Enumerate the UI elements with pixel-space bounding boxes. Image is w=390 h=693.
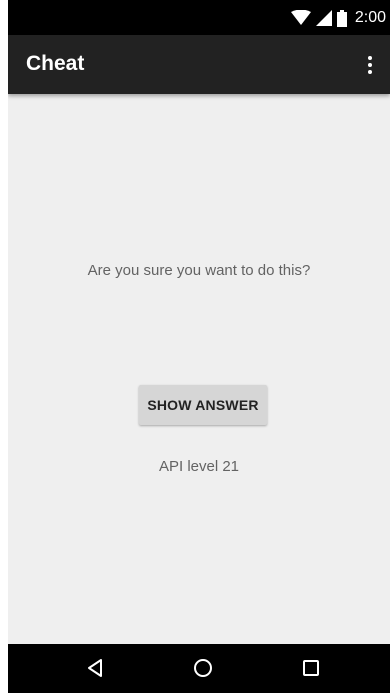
cheat-content: Are you sure you want to do this? SHOW A… — [8, 94, 390, 644]
overflow-dot — [368, 63, 372, 67]
app-bar: Cheat — [8, 35, 390, 94]
status-bar: 2:00 — [8, 0, 390, 35]
back-icon[interactable] — [83, 656, 107, 680]
battery-icon — [336, 9, 347, 27]
status-time: 2:00 — [354, 9, 386, 26]
app-title: Cheat — [26, 52, 85, 75]
device-screen: 2:00 Cheat Are you sure you want to do t… — [8, 0, 390, 693]
status-icons: 2:00 — [290, 9, 386, 27]
wifi-icon — [290, 10, 311, 26]
recents-icon[interactable] — [299, 656, 323, 680]
navigation-bar — [8, 644, 390, 693]
question-text: Are you sure you want to do this? — [87, 262, 311, 279]
overflow-dot — [368, 56, 372, 60]
more-vert-icon[interactable] — [358, 49, 382, 81]
cell-signal-icon — [315, 10, 332, 26]
api-level-text: API level 21 — [158, 458, 240, 475]
home-icon[interactable] — [191, 656, 215, 680]
overflow-dot — [368, 70, 372, 74]
show-answer-button[interactable]: SHOW ANSWER — [139, 385, 267, 425]
